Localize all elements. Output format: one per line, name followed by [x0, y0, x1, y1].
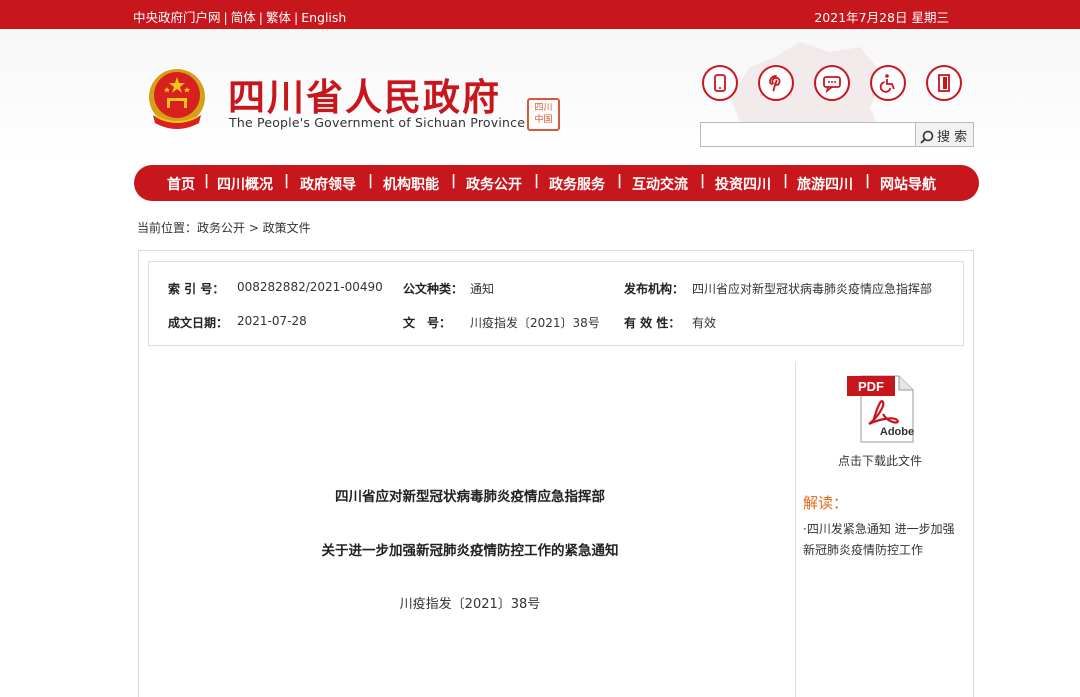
nav-separator: |: [284, 173, 290, 189]
pdf-brand-label: Adobe: [880, 426, 914, 438]
pinterest-icon[interactable]: [758, 65, 794, 101]
nav-institutions[interactable]: 机构职能: [383, 174, 439, 194]
document-title: 关于进一步加强新冠肺炎疫情防控工作的紧急通知: [321, 543, 619, 559]
meta-type-label: 公文种类：: [403, 282, 464, 296]
nav-separator: |: [700, 173, 706, 189]
search-icon: [920, 130, 934, 144]
meta-date-value: 2021-07-28: [237, 314, 307, 328]
nav-home[interactable]: 首页: [167, 174, 195, 194]
nav-services[interactable]: 政务服务: [549, 174, 605, 194]
link-simplified[interactable]: 简体: [231, 10, 256, 25]
nav-overview[interactable]: 四川概况: [217, 174, 273, 194]
nav-separator: |: [204, 173, 210, 189]
site-subtitle: The People's Government of Sichuan Provi…: [229, 115, 526, 130]
interpretation-heading: 解读：: [803, 494, 849, 512]
meta-validity-value: 有效: [692, 316, 717, 330]
pdf-file-icon[interactable]: PDF Adobe: [847, 372, 917, 444]
top-links: 中央政府门户网 | 简体 | 繁体 | English: [133, 7, 346, 26]
seal-text: 四川 中国: [534, 103, 553, 125]
meta-publisher-label: 发布机构：: [624, 282, 685, 296]
seal-logo: 四川 中国: [527, 98, 560, 131]
meta-type-value: 通知: [470, 282, 495, 296]
breadcrumb[interactable]: 当前位置：政务公开 > 政策文件: [137, 219, 311, 236]
interpretation-link[interactable]: ·四川发紧急通知 进一步加强新冠肺炎疫情防控工作: [803, 519, 963, 561]
nav-gov-affairs[interactable]: 政务公开: [466, 174, 522, 194]
nav-separator: |: [783, 173, 789, 189]
pdf-badge-label: PDF: [858, 379, 884, 394]
document-meta: 索 引 号： 008282882/2021-00490 公文种类： 通知 发布机…: [148, 261, 964, 346]
site-header: 四川省人民政府 The People's Government of Sichu…: [0, 29, 1080, 164]
nav-separator: |: [865, 173, 871, 189]
message-icon[interactable]: [814, 65, 850, 101]
link-traditional[interactable]: 繁体: [266, 10, 291, 25]
national-emblem-icon: [149, 69, 205, 129]
link-english[interactable]: English: [301, 10, 346, 25]
mobile-icon[interactable]: [702, 65, 738, 101]
document-issuer-title: 四川省应对新型冠状病毒肺炎疫情应急指挥部: [335, 489, 605, 505]
nav-separator: |: [534, 173, 540, 189]
nav-separator: |: [368, 173, 374, 189]
nav-separator: |: [451, 173, 457, 189]
main-nav: 首页 | 四川概况 | 政府领导 | 机构职能 | 政务公开 | 政务服务 | …: [134, 165, 979, 201]
column-divider: [795, 362, 796, 697]
search-button-label: 搜 索: [937, 130, 968, 145]
current-date: 2021年7月28日 星期三: [814, 10, 949, 25]
nav-sitemap[interactable]: 网站导航: [880, 174, 936, 194]
meta-publisher-value: 四川省应对新型冠状病毒肺炎疫情应急指挥部: [692, 282, 933, 296]
document-number: 川疫指发〔2021〕38号: [399, 597, 541, 612]
meta-validity-label: 有 效 性：: [624, 316, 681, 330]
nav-interaction[interactable]: 互动交流: [632, 174, 688, 194]
download-file-link[interactable]: 点击下载此文件: [838, 452, 922, 469]
nav-separator: |: [617, 173, 623, 189]
meta-index-value: 008282882/2021-00490: [237, 280, 383, 294]
search-input[interactable]: [700, 122, 916, 147]
nav-tourism[interactable]: 旅游四川: [797, 174, 853, 194]
exit-icon[interactable]: [926, 65, 962, 101]
site-title[interactable]: 四川省人民政府: [228, 67, 501, 121]
meta-date-label: 成文日期：: [168, 316, 229, 330]
nav-invest[interactable]: 投资四川: [715, 174, 771, 194]
search-button[interactable]: 搜 索: [916, 122, 974, 147]
meta-index-label: 索 引 号：: [168, 282, 225, 296]
separator: |: [258, 10, 263, 25]
separator: |: [223, 10, 228, 25]
top-bar: 中央政府门户网 | 简体 | 繁体 | English 2021年7月28日 星期三: [0, 0, 1080, 29]
meta-docno-value: 川疫指发〔2021〕38号: [470, 316, 600, 330]
accessibility-icon[interactable]: [870, 65, 906, 101]
meta-docno-label: 文 号：: [403, 316, 452, 330]
nav-leaders[interactable]: 政府领导: [300, 174, 356, 194]
separator: |: [293, 10, 299, 25]
link-central-gov[interactable]: 中央政府门户网: [133, 10, 221, 25]
